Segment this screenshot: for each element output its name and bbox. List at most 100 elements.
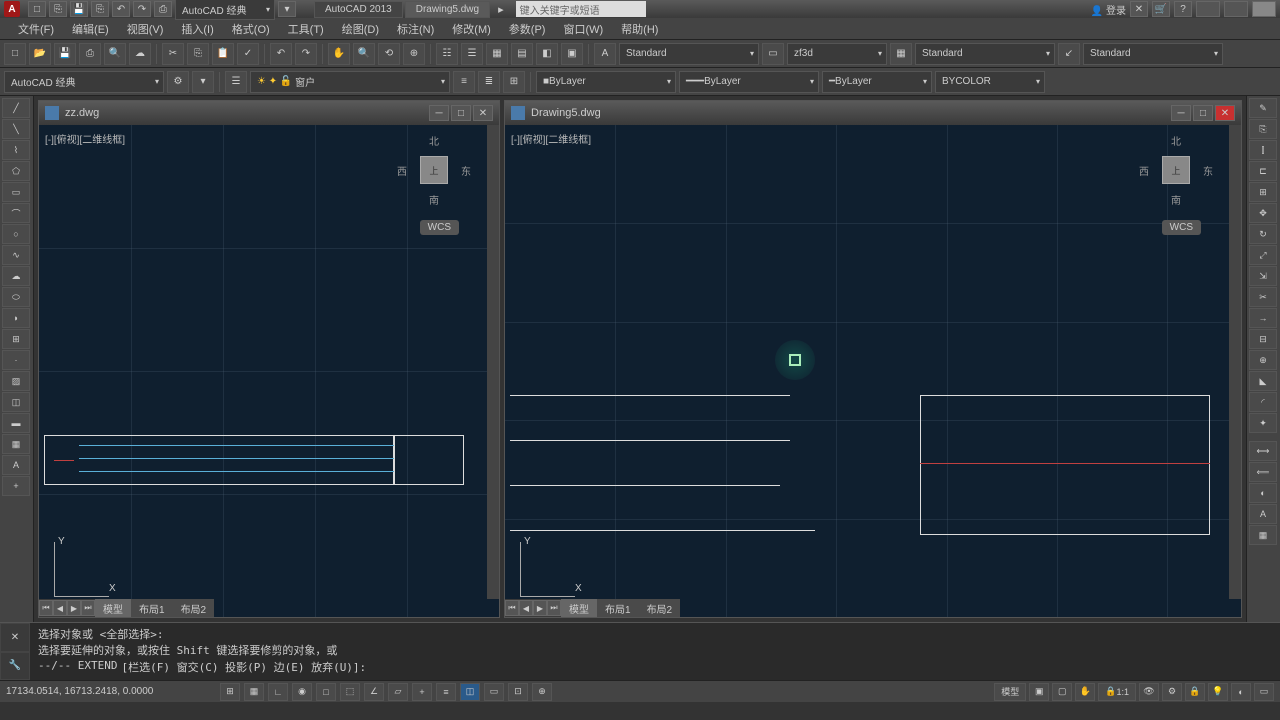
explode-icon[interactable]: ✦ — [1249, 413, 1277, 433]
layer-tool1-icon[interactable]: ≡ — [453, 71, 475, 93]
spline-icon[interactable]: ∿ — [2, 245, 30, 265]
circle-icon[interactable]: ○ — [2, 224, 30, 244]
view-cube[interactable]: 北 南 西 东 上 — [1141, 135, 1211, 205]
hardware-icon[interactable]: 💡 — [1208, 683, 1228, 701]
stretch-icon[interactable]: ⇲ — [1249, 266, 1277, 286]
polar-icon[interactable]: ◉ — [292, 683, 312, 701]
paste-icon[interactable]: 📋 — [212, 43, 234, 65]
tablestyle-combo[interactable]: Standard — [915, 43, 1055, 65]
doc2-view-label[interactable]: [-][俯视][二维线框] — [511, 131, 591, 146]
workspace-qa-combo[interactable]: AutoCAD 经典 — [175, 0, 275, 20]
menu-tools[interactable]: 工具(T) — [280, 18, 332, 40]
layer-combo[interactable]: ☀ ✦ 🔓 窗户 — [250, 71, 450, 93]
copy-icon[interactable]: ⎘ — [1249, 119, 1277, 139]
app-icon[interactable]: A — [4, 1, 20, 17]
qp-icon[interactable]: ▭ — [484, 683, 504, 701]
tab-layout2[interactable]: 布局2 — [639, 599, 681, 618]
qvlayout-icon[interactable]: ▢ — [1052, 683, 1072, 701]
cut-icon[interactable]: ✂ — [162, 43, 184, 65]
rect-icon[interactable]: ▭ — [2, 182, 30, 202]
cmd-close-icon[interactable]: ✕ — [0, 623, 30, 652]
fillet-icon[interactable]: ◜ — [1249, 392, 1277, 412]
trim-icon[interactable]: ✂ — [1249, 287, 1277, 307]
osnap-icon[interactable]: □ — [316, 683, 336, 701]
doc1-titlebar[interactable]: zz.dwg ─ □ ✕ — [39, 101, 499, 125]
revcloud-icon[interactable]: ☁ — [2, 266, 30, 286]
doc2-canvas[interactable]: [-][俯视][二维线框] 北 南 西 东 上 WCS — [505, 125, 1241, 617]
line-icon[interactable]: ╱ — [2, 98, 30, 118]
layer-manager-icon[interactable]: ☰ — [225, 71, 247, 93]
undo-icon[interactable]: ↶ — [270, 43, 292, 65]
menu-window[interactable]: 窗口(W) — [555, 18, 611, 40]
exchange-icon[interactable]: ✕ — [1130, 1, 1148, 17]
preview-icon[interactable]: 🔍 — [104, 43, 126, 65]
markup-icon[interactable]: ◧ — [536, 43, 558, 65]
gear-icon[interactable]: ⚙ — [167, 71, 189, 93]
wcs-badge[interactable]: WCS — [420, 220, 459, 235]
lock-icon[interactable]: 🔒 — [1185, 683, 1205, 701]
dcenter-icon[interactable]: ☰ — [461, 43, 483, 65]
join-icon[interactable]: ⊕ — [1249, 350, 1277, 370]
help-icon[interactable]: ? — [1174, 1, 1192, 17]
ellipse-icon[interactable]: ⬭ — [2, 287, 30, 307]
dyn-icon[interactable]: + — [412, 683, 432, 701]
sheet-icon[interactable]: ▤ — [511, 43, 533, 65]
doc2-min-button[interactable]: ─ — [1171, 105, 1191, 121]
rotate-icon[interactable]: ↻ — [1249, 224, 1277, 244]
lt-prev-icon[interactable]: ◀ — [53, 600, 67, 616]
tab-model[interactable]: 模型 — [95, 599, 131, 618]
lt-prev-icon[interactable]: ◀ — [519, 600, 533, 616]
point-icon[interactable]: · — [2, 350, 30, 370]
dimstyle-combo[interactable]: zf3d — [787, 43, 887, 65]
menu-modify[interactable]: 修改(M) — [444, 18, 499, 40]
publish-icon[interactable]: ☁ — [129, 43, 151, 65]
save-icon[interactable]: 💾 — [70, 1, 88, 17]
linetype-combo[interactable]: ━━━ ByLayer — [679, 71, 819, 93]
zoom-icon[interactable]: 🔍 — [353, 43, 375, 65]
model-space-button[interactable]: 模型 — [994, 683, 1026, 701]
block-icon[interactable]: ⊞ — [2, 329, 30, 349]
layer-tool2-icon[interactable]: ≣ — [478, 71, 500, 93]
mleader-icon[interactable]: ↙ — [1058, 43, 1080, 65]
pan-icon[interactable]: ✋ — [328, 43, 350, 65]
3dosnap-icon[interactable]: ⬚ — [340, 683, 360, 701]
quickview-icon[interactable]: ▣ — [1029, 683, 1049, 701]
menu-insert[interactable]: 插入(I) — [173, 18, 221, 40]
command-input[interactable] — [370, 659, 1272, 675]
open-file-icon[interactable]: 📂 — [29, 43, 51, 65]
addsel-icon[interactable]: + — [2, 476, 30, 496]
arc-icon[interactable]: ⌒ — [2, 203, 30, 223]
region-icon[interactable]: ▬ — [2, 413, 30, 433]
close-button[interactable] — [1252, 1, 1276, 17]
lt-last-icon[interactable]: ⏭ — [547, 600, 561, 616]
extend-icon[interactable]: → — [1249, 308, 1277, 328]
cmd-wrench-icon[interactable]: 🔧 — [0, 652, 30, 681]
erase-icon[interactable]: ✎ — [1249, 98, 1277, 118]
saveas-icon[interactable]: ⎘ — [91, 1, 109, 17]
polygon-icon[interactable]: ⬠ — [2, 161, 30, 181]
anno-vis-icon[interactable]: 👁 — [1139, 683, 1159, 701]
save-file-icon[interactable]: 💾 — [54, 43, 76, 65]
orbit-icon[interactable]: ⟲ — [378, 43, 400, 65]
clean-icon[interactable]: ▭ — [1254, 683, 1274, 701]
array-icon[interactable]: ⊞ — [1249, 182, 1277, 202]
match-icon[interactable]: ✓ — [237, 43, 259, 65]
doc2-vscroll[interactable] — [1229, 125, 1241, 599]
app-tab-drawing[interactable]: Drawing5.dwg — [405, 1, 490, 18]
earc-icon[interactable]: ◗ — [2, 308, 30, 328]
palette-icon[interactable]: ▦ — [486, 43, 508, 65]
plotstyle-combo[interactable]: BYCOLOR — [935, 71, 1045, 93]
workspace-combo[interactable]: AutoCAD 经典 — [4, 71, 164, 93]
tablestyle-icon[interactable]: ▦ — [890, 43, 912, 65]
login-link[interactable]: 👤 登录 — [1091, 2, 1126, 17]
mtext-icon[interactable]: A — [2, 455, 30, 475]
command-history[interactable]: 选择对象或 <全部选择>: 选择要延伸的对象，或按住 Shift 键选择要修剪的… — [30, 623, 1280, 680]
view-cube[interactable]: 北 南 西 东 上 — [399, 135, 469, 205]
tab-layout1[interactable]: 布局1 — [597, 599, 639, 618]
layer-tool3-icon[interactable]: ⊞ — [503, 71, 525, 93]
tab-layout2[interactable]: 布局2 — [173, 599, 215, 618]
tpy-icon[interactable]: ◫ — [460, 683, 480, 701]
doc1-vscroll[interactable] — [487, 125, 499, 599]
menu-file[interactable]: 文件(F) — [10, 18, 62, 40]
app-tab-version[interactable]: AutoCAD 2013 — [314, 1, 403, 18]
